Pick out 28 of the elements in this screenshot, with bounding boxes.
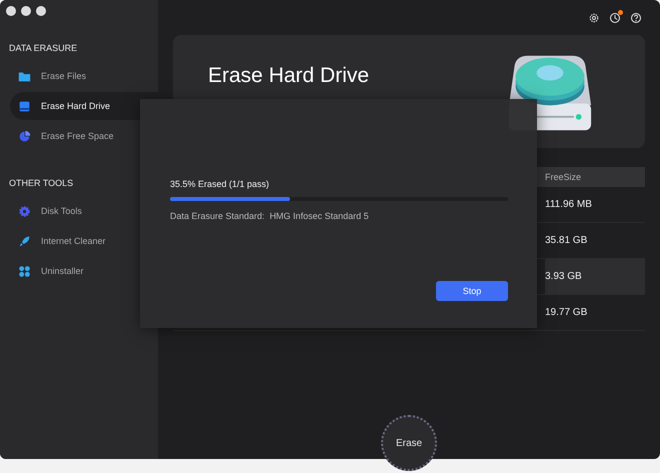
table-cell[interactable]: 35.81 GB: [545, 223, 645, 258]
table-cell[interactable]: 3.93 GB: [545, 259, 645, 294]
stop-button[interactable]: Stop: [436, 281, 508, 301]
grid-icon: [18, 264, 31, 278]
gear-icon: [18, 204, 31, 218]
folder-icon: [18, 70, 31, 82]
sidebar-item[interactable]: Erase Hard Drive: [10, 92, 158, 120]
section-heading: OTHER TOOLS: [8, 178, 74, 188]
drive-icon: [18, 100, 31, 112]
standard-label: Data Erasure Standard:: [170, 211, 265, 221]
section-heading: DATA ERASURE: [8, 43, 78, 53]
settings-icon[interactable]: [588, 12, 600, 24]
page-title: Erase Hard Drive: [208, 64, 370, 88]
pie-chart-icon: [18, 130, 31, 142]
sidebar-item[interactable]: Erase Free Space: [10, 122, 158, 150]
erase-button[interactable]: Erase: [381, 415, 437, 471]
sidebar-item[interactable]: Internet Cleaner: [10, 227, 158, 255]
clock-icon[interactable]: [609, 12, 621, 24]
help-icon[interactable]: [630, 12, 642, 24]
sidebar-item[interactable]: Disk Tools: [10, 197, 158, 225]
standard-value: HMG Infosec Standard 5: [270, 211, 369, 221]
table-cell[interactable]: 19.77 GB: [545, 295, 645, 330]
sidebar-item[interactable]: Uninstaller: [10, 257, 158, 285]
sidebar-item[interactable]: Erase Files: [10, 62, 158, 90]
rocket-icon: [18, 234, 31, 248]
progress-label: 35.5% Erased (1/1 pass): [170, 179, 270, 189]
column-header: FreeSize: [545, 172, 582, 182]
table-cell[interactable]: 111.96 MB: [545, 187, 645, 222]
